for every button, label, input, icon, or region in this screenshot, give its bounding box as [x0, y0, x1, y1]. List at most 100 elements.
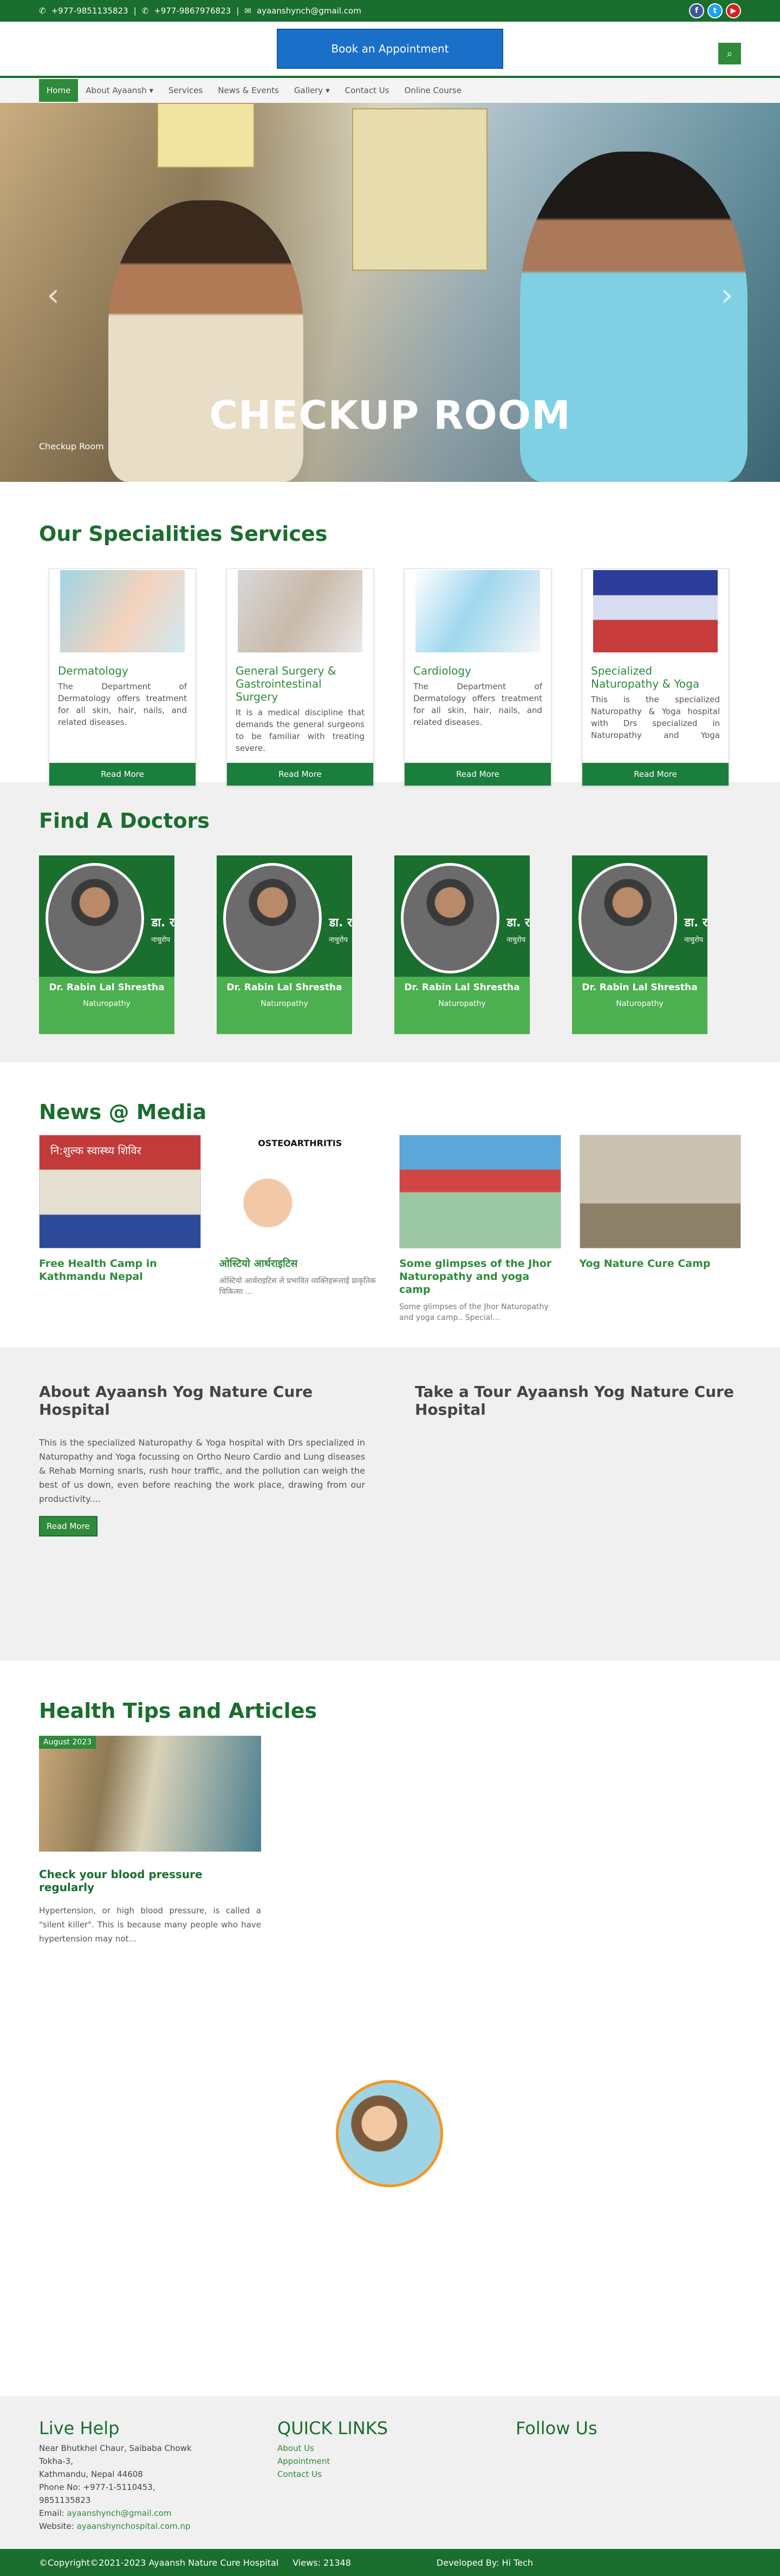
- doctor-name: Dr. Rabin Lal Shrestha: [404, 982, 520, 993]
- read-more-button[interactable]: Read More: [49, 763, 196, 786]
- phone-2[interactable]: +977-9867976823: [154, 6, 231, 16]
- nav-online-course[interactable]: Online Course: [397, 78, 470, 103]
- live-help-title: Live Help: [39, 2418, 120, 2438]
- follow-title: Follow Us: [516, 2418, 597, 2438]
- speciality-image: [415, 570, 540, 652]
- news-item-text: Some glimpses of the Jhor Naturopathy an…: [399, 1303, 549, 1322]
- youtube-icon[interactable]: ▶: [726, 3, 741, 18]
- news-title: News @ Media: [39, 1100, 207, 1124]
- news-item-text: ओस्टियो आर्थराइटिस ले प्रभावित व्यक्तिहर…: [219, 1277, 376, 1296]
- news-item-title[interactable]: ओस्टियो आर्थराइटिस: [219, 1257, 381, 1270]
- news-card[interactable]: Yog Nature Cure Camp: [579, 1135, 742, 1323]
- doctor-department: Naturopathy: [261, 999, 308, 1008]
- whatsapp-icon: ✆: [141, 6, 149, 16]
- developer-credit[interactable]: Developed By: Hi Tech: [437, 2558, 533, 2568]
- doctor-badge: डा. र: [329, 916, 352, 930]
- doctor-badge: डा. र: [684, 916, 707, 930]
- about-title: About Ayaansh Yog Nature Cure Hospital: [39, 1383, 313, 1418]
- doctor-name: Dr. Rabin Lal Shrestha: [49, 982, 165, 993]
- speciality-card: Cardiology The Department of Dermatology…: [404, 568, 551, 786]
- footer-website-link[interactable]: ayaanshynchospital.com.np: [77, 2521, 191, 2531]
- nav-contact[interactable]: Contact Us: [337, 78, 397, 103]
- hero-slider: ‹ › CHECKUP ROOM Checkup Room: [0, 103, 780, 482]
- doctor-name: Dr. Rabin Lal Shrestha: [226, 982, 342, 993]
- news-item-title[interactable]: Some glimpses of the Jhor Naturopathy an…: [399, 1257, 561, 1296]
- about-read-more-button[interactable]: Read More: [39, 1516, 98, 1537]
- facebook-icon[interactable]: f: [689, 3, 704, 18]
- health-tips-section: Health Tips and Articles August 2023 Che…: [0, 1661, 780, 1997]
- article-date: August 2023: [39, 1736, 96, 1749]
- doctor-badge-sub: नाचुरोप: [506, 936, 525, 944]
- speciality-title[interactable]: Specialized Naturopathy & Yoga: [591, 664, 720, 690]
- doctor-department: Naturopathy: [83, 999, 131, 1008]
- doctor-name: Dr. Rabin Lal Shrestha: [582, 982, 698, 993]
- phone-icon: ✆: [39, 6, 46, 16]
- top-email[interactable]: ayaanshynch@gmail.com: [257, 6, 361, 16]
- about-section: About Ayaansh Yog Nature Cure Hospital T…: [0, 1347, 780, 1661]
- about-column: About Ayaansh Yog Nature Cure Hospital T…: [39, 1383, 365, 1661]
- doctors-section: Find A Doctors डा. र नाचुरोप Dr. Rabin L…: [0, 782, 780, 1062]
- hero-subcaption: Checkup Room: [39, 441, 104, 452]
- speciality-card: General Surgery & Gastrointestinal Surge…: [226, 568, 374, 786]
- news-grid: नि:शुल्क स्वास्थ्य शिविर Free Health Cam…: [39, 1135, 741, 1323]
- article-title[interactable]: Check your blood pressure regularly: [39, 1868, 261, 1894]
- address-line-1: Near Bhutkhel Chaur, Saibaba Chowk Tokha…: [39, 2443, 192, 2466]
- prev-slide-icon[interactable]: ‹: [47, 276, 60, 314]
- footer-email-link[interactable]: ayaanshynch@gmail.com: [67, 2508, 171, 2518]
- search-icon[interactable]: ⌕: [718, 43, 741, 64]
- doctor-card[interactable]: डा. र नाचुरोप Dr. Rabin Lal Shrestha Nat…: [572, 855, 707, 1034]
- article-card[interactable]: August 2023 Check your blood pressure re…: [39, 1736, 261, 1946]
- news-card[interactable]: Some glimpses of the Jhor Naturopathy an…: [399, 1135, 561, 1323]
- email-label: Email:: [39, 2508, 64, 2518]
- news-card[interactable]: नि:शुल्क स्वास्थ्य शिविर Free Health Cam…: [39, 1135, 201, 1323]
- book-appointment-button[interactable]: Book an Appointment: [277, 29, 503, 69]
- news-image-label: नि:शुल्क स्वास्थ्य शिविर: [50, 1144, 141, 1157]
- footer-link-appointment[interactable]: Appointment: [277, 2456, 330, 2466]
- nav-news-events[interactable]: News & Events: [210, 78, 287, 103]
- doctor-department: Naturopathy: [438, 999, 486, 1008]
- doctor-photo: [578, 863, 677, 973]
- speciality-text: The Department of Dermatology offers tre…: [413, 682, 542, 727]
- news-item-title[interactable]: Yog Nature Cure Camp: [580, 1257, 742, 1270]
- tour-column: Take a Tour Ayaansh Yog Nature Cure Hosp…: [415, 1383, 741, 1661]
- footer-link-about[interactable]: About Us: [277, 2443, 314, 2453]
- speciality-text: The Department of Dermatology offers tre…: [58, 682, 187, 727]
- twitter-icon[interactable]: t: [707, 3, 723, 18]
- phone-1[interactable]: +977-9851135823: [51, 6, 128, 16]
- doctor-department: Naturopathy: [616, 999, 664, 1008]
- read-more-button[interactable]: Read More: [405, 763, 551, 786]
- nav-gallery[interactable]: Gallery ▾: [287, 78, 337, 103]
- specialities-grid: Dermatology The Department of Dermatolog…: [39, 568, 741, 786]
- doctor-photo: [401, 863, 499, 973]
- doctor-badge: डा. र: [151, 916, 174, 930]
- promo-area: [0, 1997, 780, 2396]
- speciality-image: [593, 570, 718, 652]
- read-more-button[interactable]: Read More: [582, 763, 729, 786]
- read-more-button[interactable]: Read More: [227, 763, 373, 786]
- promo-avatar[interactable]: [336, 2080, 443, 2187]
- news-card[interactable]: OSTEOARTHRITIS ओस्टियो आर्थराइटिस ओस्टिय…: [219, 1135, 381, 1323]
- speciality-image: [60, 570, 185, 652]
- doctor-card[interactable]: डा. र नाचुरोप Dr. Rabin Lal Shrestha Nat…: [394, 855, 530, 1034]
- news-item-title[interactable]: Free Health Camp in Kathmandu Nepal: [39, 1257, 201, 1283]
- social-links: f t ▶: [689, 3, 741, 18]
- doctor-badge-sub: नाचुरोप: [151, 936, 170, 944]
- speciality-title[interactable]: Cardiology: [413, 664, 542, 677]
- news-image: OSTEOARTHRITIS: [219, 1135, 381, 1248]
- speciality-image: [238, 570, 362, 652]
- news-image-label: OSTEOARTHRITIS: [258, 1138, 342, 1148]
- speciality-title[interactable]: General Surgery & Gastrointestinal Surge…: [236, 664, 365, 703]
- nav-home[interactable]: Home: [39, 79, 79, 102]
- doctor-badge-sub: नाचुरोप: [329, 936, 348, 944]
- doctor-card[interactable]: डा. र नाचुरोप Dr. Rabin Lal Shrestha Nat…: [39, 855, 174, 1034]
- nav-services[interactable]: Services: [161, 78, 210, 103]
- nav-about[interactable]: About Ayaansh ▾: [78, 78, 161, 103]
- website-label: Website:: [39, 2521, 74, 2531]
- news-section: News @ Media नि:शुल्क स्वास्थ्य शिविर Fr…: [0, 1062, 780, 1347]
- speciality-text: It is a medical discipline that demands …: [236, 708, 365, 753]
- doctor-card[interactable]: डा. र नाचुरोप Dr. Rabin Lal Shrestha Nat…: [217, 855, 352, 1034]
- footer-link-contact[interactable]: Contact Us: [277, 2469, 322, 2479]
- speciality-title[interactable]: Dermatology: [58, 664, 187, 677]
- footer-follow: Follow Us: [516, 2418, 685, 2549]
- next-slide-icon[interactable]: ›: [720, 276, 733, 314]
